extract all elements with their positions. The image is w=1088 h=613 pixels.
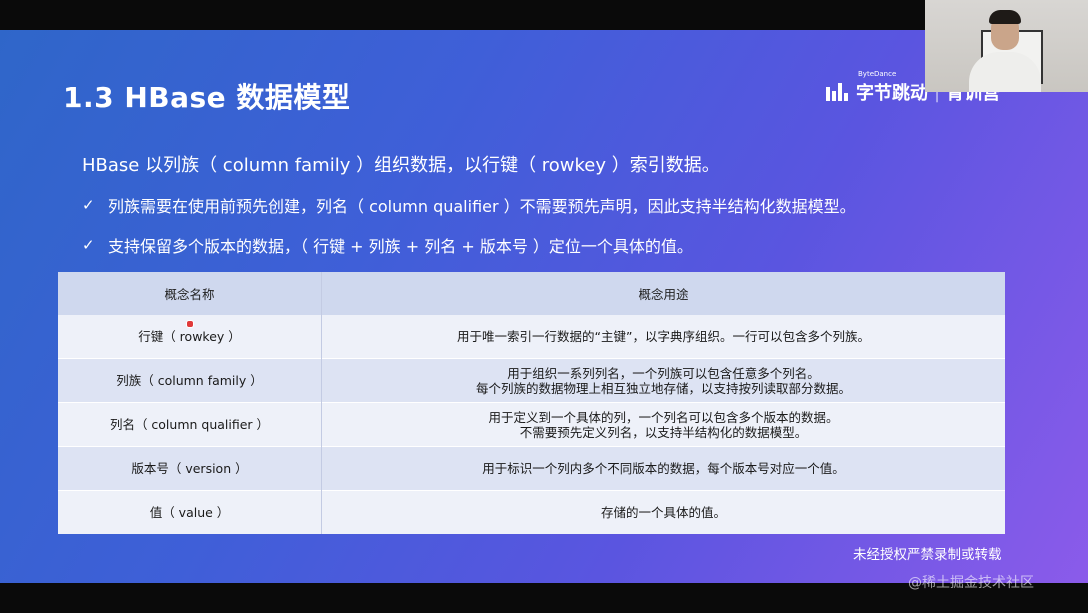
- concept-table: 概念名称 概念用途 行键（ rowkey ） 用于唯一索引一行数据的“主键”，以…: [58, 272, 1005, 534]
- table-row: 版本号（ version ） 用于标识一个列内多个不同版本的数据，每个版本号对应…: [58, 446, 1005, 491]
- lead-text: HBase 以列族（ column family ）组织数据，以行键（ rowk…: [82, 155, 720, 176]
- logo-main-text: 字节跳动: [856, 83, 928, 104]
- concept-use-cell: 用于组织一系列列名，一个列族可以包含任意多个列名。 每个列族的数据物理上相互独立…: [321, 358, 1005, 403]
- check-icon: ✓: [82, 236, 95, 254]
- column-header-use: 概念用途: [321, 272, 1005, 315]
- bullet-item: ✓ 支持保留多个版本的数据，（ 行键 + 列族 + 列名 + 版本号 ）定位一个…: [82, 233, 693, 257]
- presentation-slide: 1.3 HBase 数据模型 ByteDance 字节跳动 | 青训营 HBas…: [0, 30, 1088, 583]
- table-row: 行键（ rowkey ） 用于唯一索引一行数据的“主键”，以字典序组织。一行可以…: [58, 315, 1005, 359]
- concept-name-cell: 列名（ column qualifier ）: [58, 402, 322, 447]
- concept-use-cell: 用于标识一个列内多个不同版本的数据，每个版本号对应一个值。: [321, 446, 1005, 491]
- concept-use-cell: 存储的一个具体的值。: [321, 490, 1005, 534]
- presenter-hair: [989, 10, 1021, 24]
- presenter-webcam-overlay: [925, 0, 1088, 92]
- bullet-item: ✓ 列族需要在使用前预先创建，列名（ column qualifier ）不需要…: [82, 193, 856, 217]
- table-row: 列族（ column family ） 用于组织一系列列名，一个列族可以包含任意…: [58, 358, 1005, 403]
- bullet-text: 支持保留多个版本的数据，（ 行键 + 列族 + 列名 + 版本号 ）定位一个具体…: [108, 237, 693, 256]
- concept-name-cell: 列族（ column family ）: [58, 358, 322, 403]
- table-header-row: 概念名称 概念用途: [58, 272, 1005, 315]
- site-watermark: @稀土掘金技术社区: [908, 575, 1034, 591]
- check-icon: ✓: [82, 196, 95, 214]
- bytedance-logo-icon: [826, 83, 848, 101]
- concept-name-cell: 值（ value ）: [58, 490, 322, 534]
- bullet-text: 列族需要在使用前预先创建，列名（ column qualifier ）不需要预先…: [108, 197, 856, 216]
- concept-name-cell: 版本号（ version ）: [58, 446, 322, 491]
- logo-sup-text: ByteDance: [858, 70, 897, 78]
- presenter-body: [969, 52, 1041, 92]
- concept-use-cell: 用于唯一索引一行数据的“主键”，以字典序组织。一行可以包含多个列族。: [321, 315, 1005, 359]
- concept-use-cell: 用于定义到一个具体的列，一个列名可以包含多个版本的数据。 不需要预先定义列名，以…: [321, 402, 1005, 447]
- copyright-notice: 未经授权严禁录制或转载: [853, 547, 1002, 563]
- slide-title: 1.3 HBase 数据模型: [63, 81, 351, 114]
- logo-text: ByteDance 字节跳动: [856, 70, 928, 105]
- column-header-name: 概念名称: [58, 272, 322, 315]
- table-row: 列名（ column qualifier ） 用于定义到一个具体的列，一个列名可…: [58, 402, 1005, 447]
- mouse-pointer-dot: [186, 320, 194, 328]
- table-row: 值（ value ） 存储的一个具体的值。: [58, 490, 1005, 534]
